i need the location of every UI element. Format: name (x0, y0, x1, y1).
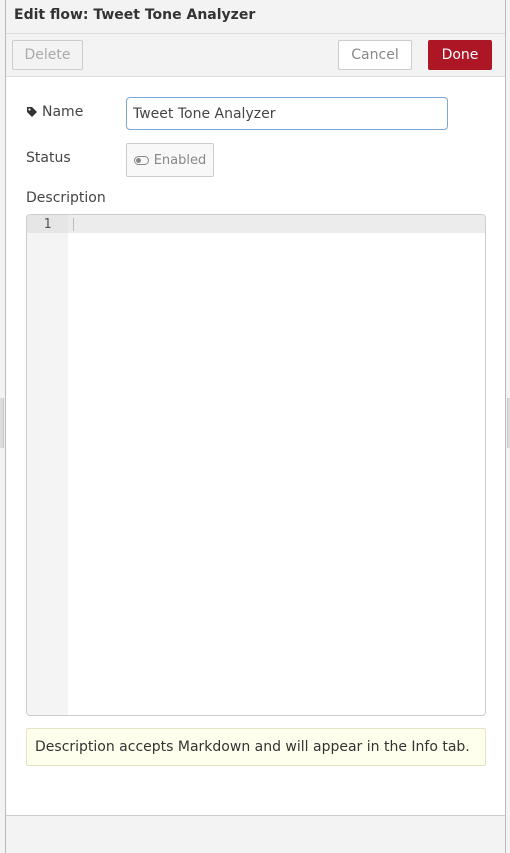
tray-footer (6, 815, 505, 853)
toggle-icon (133, 155, 149, 165)
name-label-row: Name (26, 104, 83, 120)
status-toggle-button[interactable]: Enabled (126, 143, 214, 177)
tray-header: Edit flow: Tweet Tone Analyzer (6, 0, 505, 34)
name-input[interactable] (126, 97, 448, 130)
tray-toolbar: Delete Cancel Done (6, 34, 505, 77)
tray-title: Edit flow: Tweet Tone Analyzer (14, 7, 256, 23)
editor-gutter (27, 215, 68, 715)
text-cursor (73, 218, 74, 231)
done-button[interactable]: Done (428, 40, 492, 70)
line-number: 1 (27, 215, 68, 233)
active-line-highlight (68, 215, 485, 233)
description-label: Description (26, 190, 106, 206)
status-label: Status (26, 150, 71, 166)
edit-flow-tray: Edit flow: Tweet Tone Analyzer Delete Ca… (5, 0, 506, 853)
description-editor[interactable]: 1 (26, 214, 486, 716)
left-panel-resize-handle[interactable] (0, 398, 4, 448)
description-help-tip: Description accepts Markdown and will ap… (26, 728, 486, 766)
delete-button[interactable]: Delete (12, 40, 83, 70)
cancel-button[interactable]: Cancel (338, 40, 412, 70)
name-label: Name (42, 104, 84, 120)
tag-icon (27, 107, 37, 117)
status-value: Enabled (153, 152, 207, 168)
